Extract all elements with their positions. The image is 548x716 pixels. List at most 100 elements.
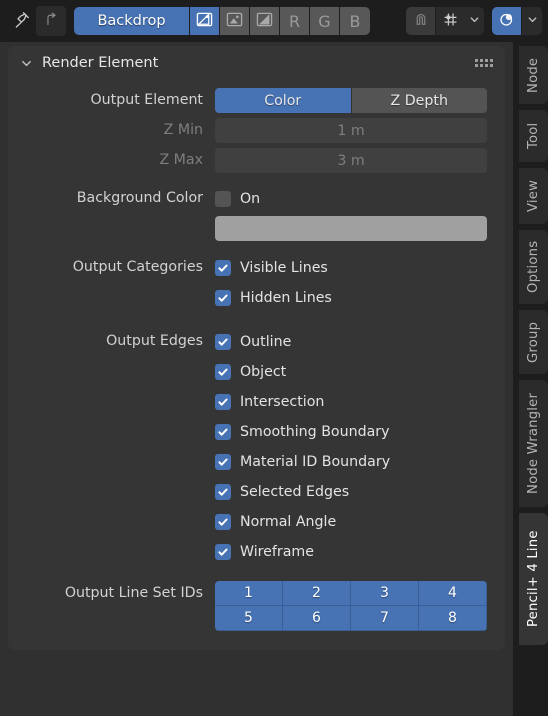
checkbox-intersection[interactable]: Intersection bbox=[215, 389, 487, 414]
checkbox-label: Visible Lines bbox=[240, 259, 328, 276]
checkbox-wireframe[interactable]: Wireframe bbox=[215, 539, 487, 564]
output-edges-row: Output Edges Outline Object Intersection bbox=[8, 329, 505, 569]
line-set-id-5[interactable]: 5 bbox=[215, 606, 283, 631]
pin-button[interactable] bbox=[6, 6, 36, 36]
checkbox-label: Normal Angle bbox=[240, 513, 337, 530]
blender-compositor-sidebar: Backdrop R G B Render Element Output Ele… bbox=[0, 0, 548, 716]
image-color-alpha-icon bbox=[196, 11, 213, 32]
backdrop-channel-group: Backdrop R G B bbox=[74, 7, 370, 35]
checkbox-label: Intersection bbox=[240, 393, 325, 410]
output-line-set-ids-row: Output Line Set IDs 1 2 3 4 5 6 7 8 bbox=[8, 581, 505, 631]
proportional-editing-group bbox=[492, 7, 542, 35]
chevron-down-icon bbox=[469, 14, 480, 28]
checkbox-hidden-lines[interactable]: Hidden Lines bbox=[215, 285, 487, 310]
checkbox-icon[interactable] bbox=[215, 483, 231, 500]
drag-grip-icon[interactable] bbox=[475, 59, 493, 67]
z-max-label: Z Max bbox=[159, 152, 203, 168]
checkbox-visible-lines[interactable]: Visible Lines bbox=[215, 255, 487, 280]
sidebar-region: Render Element Output Element Color Z De… bbox=[0, 42, 513, 716]
proportional-dropdown-button[interactable] bbox=[522, 7, 542, 35]
output-element-row: Output Element Color Z Depth bbox=[8, 88, 505, 113]
line-set-id-2[interactable]: 2 bbox=[283, 581, 351, 606]
channel-blue-button[interactable]: B bbox=[340, 7, 370, 35]
sidebar-tab-strip: Node Tool View Options Group Node Wrangl… bbox=[513, 42, 548, 716]
background-color-swatch[interactable] bbox=[215, 216, 487, 241]
z-max-field: 3 m bbox=[215, 148, 487, 173]
checkbox-icon[interactable] bbox=[215, 333, 231, 350]
line-set-id-7[interactable]: 7 bbox=[351, 606, 419, 631]
checkbox-icon[interactable] bbox=[215, 393, 231, 410]
panel-title: Render Element bbox=[42, 55, 159, 71]
checkbox-material-id-boundary[interactable]: Material ID Boundary bbox=[215, 449, 487, 474]
line-set-id-1[interactable]: 1 bbox=[215, 581, 283, 606]
line-set-id-3[interactable]: 3 bbox=[351, 581, 419, 606]
sidebar-tab-node[interactable]: Node bbox=[519, 46, 548, 104]
snap-grid-icon bbox=[442, 11, 459, 32]
checkbox-label: Outline bbox=[240, 333, 292, 350]
z-min-label: Z Min bbox=[163, 122, 203, 138]
panel-header[interactable]: Render Element bbox=[8, 46, 505, 80]
output-categories-row: Output Categories Visible Lines Hidden L… bbox=[8, 255, 505, 315]
checkbox-icon[interactable] bbox=[215, 423, 231, 440]
channel-color-and-alpha-button[interactable] bbox=[190, 7, 220, 35]
channel-color-button[interactable] bbox=[220, 7, 250, 35]
line-set-id-grid: 1 2 3 4 5 6 7 8 bbox=[215, 581, 487, 631]
checkbox-label: Hidden Lines bbox=[240, 289, 332, 306]
checkbox-icon[interactable] bbox=[215, 289, 231, 306]
magnet-icon bbox=[412, 10, 430, 32]
checkbox-label: Object bbox=[240, 363, 287, 380]
background-color-toggle-row[interactable]: On bbox=[215, 186, 487, 211]
line-set-id-6[interactable]: 6 bbox=[283, 606, 351, 631]
background-color-toggle-label: On bbox=[240, 190, 261, 207]
parent-node-tree-button[interactable] bbox=[36, 6, 66, 36]
snap-toggle-button[interactable] bbox=[406, 7, 436, 35]
checkbox-icon[interactable] bbox=[215, 363, 231, 380]
output-element-segmented-control: Color Z Depth bbox=[215, 88, 487, 113]
z-min-row: Z Min 1 m bbox=[8, 118, 505, 143]
output-categories-label: Output Categories bbox=[72, 259, 203, 275]
sidebar-tab-options[interactable]: Options bbox=[519, 230, 548, 304]
checkbox-label: Material ID Boundary bbox=[240, 453, 391, 470]
output-element-label: Output Element bbox=[90, 92, 203, 108]
proportional-editing-icon bbox=[498, 10, 516, 32]
output-line-set-ids-label: Output Line Set IDs bbox=[64, 585, 203, 601]
checkbox-normal-angle[interactable]: Normal Angle bbox=[215, 509, 487, 534]
checkbox-selected-edges[interactable]: Selected Edges bbox=[215, 479, 487, 504]
node-editor-header: Backdrop R G B bbox=[0, 0, 548, 42]
image-alpha-icon bbox=[256, 11, 273, 32]
sidebar-tab-tool[interactable]: Tool bbox=[519, 110, 548, 162]
background-color-label: Background Color bbox=[76, 190, 203, 206]
checkbox-object[interactable]: Object bbox=[215, 359, 487, 384]
render-element-panel: Render Element Output Element Color Z De… bbox=[8, 46, 505, 650]
channel-red-button[interactable]: R bbox=[280, 7, 310, 35]
checkbox-outline[interactable]: Outline bbox=[215, 329, 487, 354]
checkbox-icon[interactable] bbox=[215, 259, 231, 276]
up-arrow-icon bbox=[43, 11, 60, 32]
background-color-checkbox[interactable] bbox=[215, 190, 231, 207]
checkbox-icon[interactable] bbox=[215, 513, 231, 530]
output-edges-label: Output Edges bbox=[106, 333, 203, 349]
output-element-option-color[interactable]: Color bbox=[215, 88, 351, 113]
sidebar-tab-node-wrangler[interactable]: Node Wrangler bbox=[519, 380, 548, 507]
output-element-option-z-depth[interactable]: Z Depth bbox=[350, 88, 487, 113]
checkbox-label: Wireframe bbox=[240, 543, 314, 560]
sidebar-tab-view[interactable]: View bbox=[519, 168, 548, 224]
sidebar-tab-pencil-4-line[interactable]: Pencil+ 4 Line bbox=[519, 513, 548, 645]
checkbox-label: Smoothing Boundary bbox=[240, 423, 390, 440]
channel-alpha-button[interactable] bbox=[250, 7, 280, 35]
sidebar-tab-group[interactable]: Group bbox=[519, 310, 548, 374]
channel-green-button[interactable]: G bbox=[310, 7, 340, 35]
checkbox-icon[interactable] bbox=[215, 543, 231, 560]
line-set-id-4[interactable]: 4 bbox=[419, 581, 487, 606]
line-set-id-8[interactable]: 8 bbox=[419, 606, 487, 631]
pin-icon bbox=[12, 10, 31, 33]
checkbox-smoothing-boundary[interactable]: Smoothing Boundary bbox=[215, 419, 487, 444]
chevron-down-icon[interactable] bbox=[20, 57, 38, 70]
proportional-editing-button[interactable] bbox=[492, 7, 522, 35]
backdrop-toggle[interactable]: Backdrop bbox=[74, 7, 190, 35]
snap-dropdown-button[interactable] bbox=[464, 7, 484, 35]
checkbox-icon[interactable] bbox=[215, 453, 231, 470]
header-right-group bbox=[406, 7, 542, 35]
snap-target-button[interactable] bbox=[436, 7, 464, 35]
background-color-row: Background Color On bbox=[8, 186, 505, 241]
